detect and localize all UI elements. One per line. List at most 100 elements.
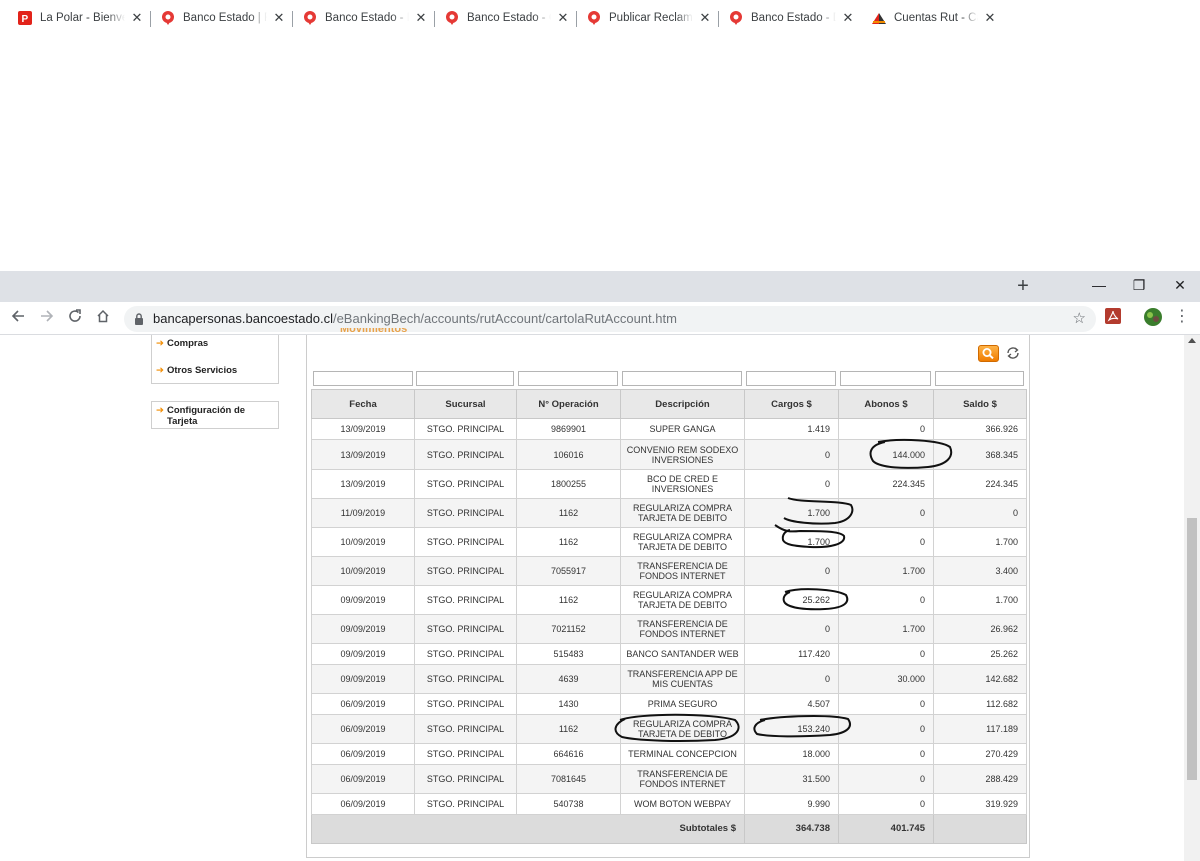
tab-banco-estado-detalle[interactable]: Banco Estado - Detalle ✕ — [302, 4, 429, 31]
sidebar-item-otros-servicios[interactable]: ➔ Otros Servicios — [156, 365, 237, 376]
tab-banco-estado-comentarios[interactable]: Banco Estado - Comentarios ✕ — [444, 4, 571, 31]
tab-title: La Polar - Bienvenido — [40, 11, 125, 24]
column-header-cargos[interactable]: Cargos $ — [744, 389, 839, 419]
cell-sucursal: STGO. PRINCIPAL — [414, 439, 517, 470]
filter-fecha-input[interactable] — [313, 371, 413, 386]
column-header-sucursal[interactable]: Sucursal — [414, 389, 517, 419]
cell-fecha: 06/09/2019 — [311, 764, 415, 794]
scroll-thumb[interactable] — [1187, 518, 1197, 780]
close-icon[interactable]: ✕ — [271, 10, 287, 26]
close-icon[interactable]: ✕ — [129, 10, 145, 26]
cell-cargos: 0 — [744, 439, 839, 470]
movimientos-table: Fecha Sucursal N° Operación Descripción … — [311, 389, 1027, 844]
cell-operacion: 664616 — [516, 743, 621, 765]
home-icon[interactable] — [93, 309, 113, 329]
scroll-up-arrow-icon[interactable] — [1188, 338, 1196, 343]
url-path: /eBankingBech/accounts/rutAccount/cartol… — [332, 311, 677, 326]
filter-cargos-input[interactable] — [746, 371, 836, 386]
cell-sucursal: STGO. PRINCIPAL — [414, 527, 517, 557]
table-row: 10/09/2019 STGO. PRINCIPAL 1162 REGULARI… — [311, 527, 1027, 557]
filter-descripcion-input[interactable] — [622, 371, 742, 386]
cell-descripcion: BCO DE CRED E INVERSIONES — [620, 469, 745, 499]
cell-operacion: 1430 — [516, 693, 621, 715]
table-row: 06/09/2019 STGO. PRINCIPAL 540738 WOM BO… — [311, 793, 1027, 815]
cell-abonos: 0 — [838, 498, 934, 528]
close-icon[interactable]: ✕ — [982, 10, 998, 26]
pdf-extension-icon[interactable] — [1104, 307, 1124, 327]
banco-estado-icon — [871, 10, 887, 26]
column-header-fecha[interactable]: Fecha — [311, 389, 415, 419]
table-row: 13/09/2019 STGO. PRINCIPAL 106016 CONVEN… — [311, 439, 1027, 470]
cell-operacion: 1162 — [516, 527, 621, 557]
close-icon[interactable]: ✕ — [555, 10, 571, 26]
search-button[interactable] — [978, 345, 999, 362]
address-bar[interactable]: bancapersonas.bancoestado.cl/eBankingBec… — [124, 306, 1096, 332]
tab-separator — [576, 11, 577, 27]
cell-cargos: 0 — [744, 469, 839, 499]
cell-fecha: 06/09/2019 — [311, 693, 415, 715]
column-header-abonos[interactable]: Abonos $ — [838, 389, 934, 419]
arrow-right-icon: ➔ — [156, 365, 164, 376]
close-window-button[interactable]: ✕ — [1158, 274, 1200, 296]
restore-button[interactable]: ❐ — [1117, 274, 1161, 296]
tab-banco-estado-reclamos[interactable]: Banco Estado | Reclamos ✕ — [160, 4, 287, 31]
cell-operacion: 1800255 — [516, 469, 621, 499]
cell-fecha: 09/09/2019 — [311, 664, 415, 694]
minimize-button[interactable]: — — [1077, 274, 1121, 296]
cell-abonos: 0 — [838, 527, 934, 557]
cell-sucursal: STGO. PRINCIPAL — [414, 693, 517, 715]
filter-saldo-input[interactable] — [935, 371, 1024, 386]
cell-operacion: 106016 — [516, 439, 621, 470]
close-icon[interactable]: ✕ — [413, 10, 429, 26]
cell-descripcion: REGULARIZA COMPRA TARJETA DE DEBITO — [620, 585, 745, 615]
cell-abonos: 0 — [838, 714, 934, 744]
page-scrollbar[interactable] — [1184, 335, 1200, 861]
cell-saldo: 117.189 — [933, 714, 1027, 744]
cell-cargos: 18.000 — [744, 743, 839, 765]
filter-operacion-input[interactable] — [518, 371, 618, 386]
bookmark-star-icon[interactable]: ☆ — [1073, 309, 1086, 327]
new-tab-button[interactable]: + — [1013, 276, 1033, 297]
column-header-descripcion[interactable]: Descripción — [620, 389, 745, 419]
sidebar-item-compras[interactable]: ➔ Compras — [156, 338, 208, 349]
tab-la-polar[interactable]: P La Polar - Bienvenido ✕ — [17, 4, 145, 31]
cell-cargos: 1.419 — [744, 418, 839, 440]
reclamos-icon — [302, 10, 318, 26]
tab-cuentas-rut-cartola[interactable]: Cuentas Rut - Cartola ✕ — [862, 4, 1006, 31]
reclamos-icon — [444, 10, 460, 26]
column-header-saldo[interactable]: Saldo $ — [933, 389, 1027, 419]
filter-sucursal-input[interactable] — [416, 371, 514, 386]
cell-abonos: 0 — [838, 585, 934, 615]
forward-arrow-icon[interactable] — [37, 309, 57, 329]
reload-icon[interactable] — [65, 309, 85, 329]
cell-abonos: 0 — [838, 764, 934, 794]
reclamos-icon — [160, 10, 176, 26]
cell-cargos: 0 — [744, 556, 839, 586]
filter-abonos-input[interactable] — [840, 371, 931, 386]
cell-abonos: 0 — [838, 743, 934, 765]
profile-avatar[interactable] — [1143, 307, 1163, 327]
cell-descripcion: TRANSFERENCIA DE FONDOS INTERNET — [620, 556, 745, 586]
close-icon[interactable]: ✕ — [697, 10, 713, 26]
sidebar-item-configuracion-tarjeta[interactable]: ➔ Configuración de Tarjeta — [156, 405, 266, 427]
back-arrow-icon[interactable] — [8, 309, 28, 329]
table-row: 06/09/2019 STGO. PRINCIPAL 1162 REGULARI… — [311, 714, 1027, 744]
tab-separator — [434, 11, 435, 27]
cell-sucursal: STGO. PRINCIPAL — [414, 418, 517, 440]
table-row: 10/09/2019 STGO. PRINCIPAL 7055917 TRANS… — [311, 556, 1027, 586]
column-header-operacion[interactable]: N° Operación — [516, 389, 621, 419]
cell-descripcion: TERMINAL CONCEPCION — [620, 743, 745, 765]
refresh-icon[interactable] — [1005, 345, 1021, 361]
tab-banco-estado-duplicado[interactable]: Banco Estado - Duplicado ✕ — [728, 4, 856, 31]
cell-fecha: 11/09/2019 — [311, 498, 415, 528]
cell-sucursal: STGO. PRINCIPAL — [414, 743, 517, 765]
cell-saldo: 288.429 — [933, 764, 1027, 794]
close-icon[interactable]: ✕ — [840, 10, 856, 26]
menu-dots-icon[interactable]: ⋮ — [1174, 308, 1190, 328]
cell-descripcion: SUPER GANGA — [620, 418, 745, 440]
cell-cargos: 117.420 — [744, 643, 839, 665]
cell-saldo: 224.345 — [933, 469, 1027, 499]
cell-fecha: 09/09/2019 — [311, 643, 415, 665]
tab-publicar-reclamo[interactable]: Publicar Reclamo | Reclamos ✕ — [586, 4, 713, 31]
cell-abonos: 1.700 — [838, 614, 934, 644]
